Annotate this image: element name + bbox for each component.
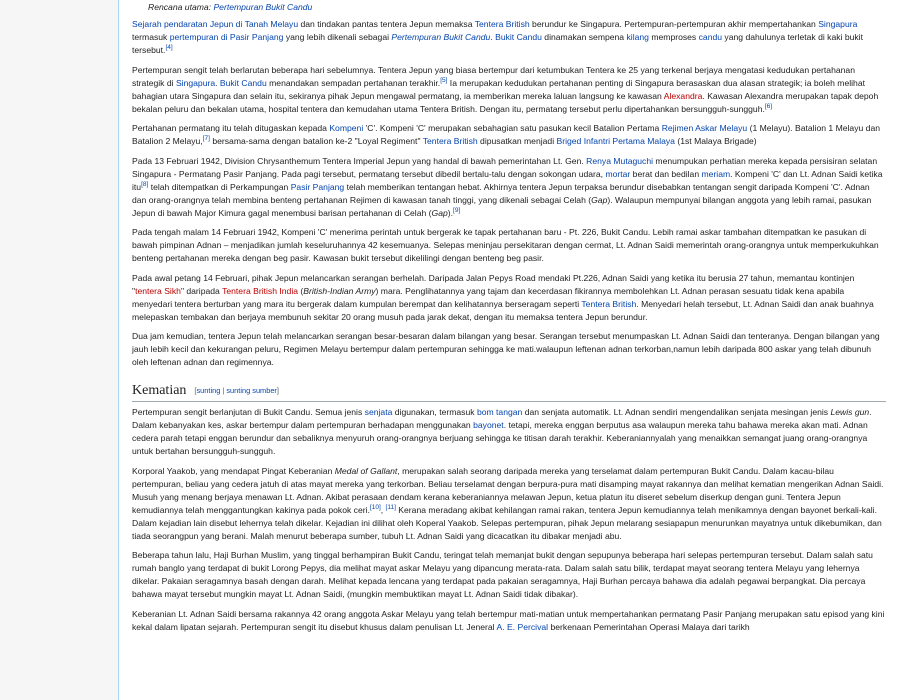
reference-6: [6] bbox=[764, 102, 773, 110]
paragraph-8: Pertempuran sengit berlanjutan di Bukit … bbox=[132, 407, 872, 456]
paragraph-5: Pada tengah malam 14 Februari 1942, Komp… bbox=[132, 227, 879, 263]
paragraph-2: Pertempuran sengit telah berlarutan bebe… bbox=[132, 64, 879, 114]
link-pertempuran-bukit-candu[interactable]: Pertempuran Bukit Candu bbox=[391, 32, 490, 42]
article-content: Rencana utama: Pertempuran Bukit Candu S… bbox=[118, 0, 900, 700]
link-mortar[interactable]: mortar bbox=[605, 169, 630, 179]
link-tentera-british-2[interactable]: Tentera British bbox=[423, 136, 478, 146]
edit-section-button[interactable]: sunting bbox=[196, 386, 220, 395]
link-kompeni[interactable]: Kompeni bbox=[329, 123, 363, 133]
link-bukit-candu[interactable]: Bukit Candu bbox=[495, 32, 542, 42]
link-bom-tangan[interactable]: bom tangan bbox=[477, 407, 522, 417]
paragraph-4: Pada 13 Februari 1942, Division Chrysant… bbox=[132, 155, 883, 218]
edit-source-button[interactable]: sunting sumber bbox=[226, 386, 277, 395]
reference-9: [9] bbox=[453, 206, 461, 214]
link-alexandra[interactable]: Alexandra bbox=[664, 91, 703, 101]
link-bukit-candu-2[interactable]: Bukit Candu bbox=[220, 78, 267, 88]
link-sejarah-pendaratan[interactable]: Sejarah pendaratan Jepun di Tanah Melayu bbox=[132, 19, 298, 29]
paragraph-9: Korporal Yaakob, yang mendapat Pingat Ke… bbox=[132, 465, 884, 541]
link-kilang[interactable]: kilang bbox=[626, 32, 648, 42]
paragraph-11: Keberanian Lt. Adnan Saidi bersama rakan… bbox=[132, 608, 885, 632]
link-percival[interactable]: A. E. Percival bbox=[497, 622, 549, 632]
link-singapura-2[interactable]: Singapura bbox=[176, 78, 215, 88]
link-pertempuran-pasir-panjang[interactable]: pertempuran di Pasir Panjang bbox=[170, 32, 284, 42]
link-pasir-panjang[interactable]: Pasir Panjang bbox=[291, 182, 345, 192]
section-heading-kematian: Kematian [sunting | sunting sumber] bbox=[132, 382, 886, 402]
link-renya-mutaguchi[interactable]: Renya Mutaguchi bbox=[586, 156, 653, 166]
paragraph-6: Pada awal petang 14 Februari, pihak Jepu… bbox=[132, 272, 874, 322]
paragraph-1: Sejarah pendaratan Jepun di Tanah Melayu… bbox=[132, 19, 863, 55]
link-meriam[interactable]: meriam bbox=[702, 169, 731, 179]
link-tentera-british-india[interactable]: Tentera British India bbox=[222, 286, 298, 296]
reference-10: [10] bbox=[369, 503, 381, 511]
link-senjata[interactable]: senjata bbox=[365, 407, 393, 417]
main-article-hatnote: Rencana utama: Pertempuran Bukit Candu bbox=[148, 2, 313, 12]
reference-4: [4] bbox=[165, 44, 173, 52]
link-tentera-sikh[interactable]: tentera Sikh bbox=[135, 286, 181, 296]
reference-7: [7] bbox=[202, 135, 210, 143]
paragraph-7: Dua jam kemudian, tentera Jepun telah me… bbox=[132, 331, 880, 367]
reference-11: [11] bbox=[385, 503, 396, 511]
link-rejimen-askar-melayu[interactable]: Rejimen Askar Melayu bbox=[662, 123, 748, 133]
link-briged-infantri[interactable]: Briged Infantri Pertama Malaya bbox=[557, 136, 675, 146]
paragraph-10: Beberapa tahun lalu, Haji Burhan Muslim,… bbox=[132, 550, 873, 599]
link-candu[interactable]: candu bbox=[699, 32, 722, 42]
link-tentera-british[interactable]: Tentera British bbox=[475, 19, 530, 29]
link-singapura[interactable]: Singapura bbox=[818, 19, 857, 29]
main-article-link[interactable]: Pertempuran Bukit Candu bbox=[213, 2, 312, 12]
link-tentera-british-3[interactable]: Tentera British bbox=[581, 299, 636, 309]
paragraph-3: Pertahanan permatang itu telah ditugaska… bbox=[132, 123, 880, 146]
section-title: Kematian bbox=[132, 383, 187, 398]
edit-section-links: [sunting | sunting sumber] bbox=[194, 386, 279, 395]
link-bayonet[interactable]: bayonet bbox=[473, 420, 504, 430]
